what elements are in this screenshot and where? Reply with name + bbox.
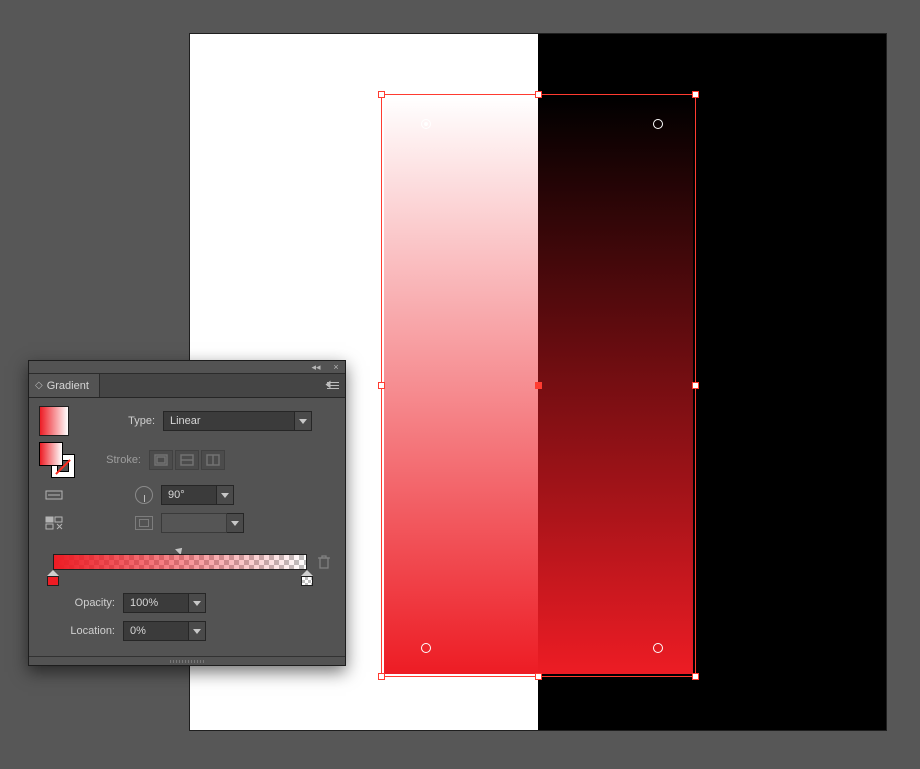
dropdown-arrow-icon: [227, 513, 244, 533]
gradient-stop-end[interactable]: [301, 570, 313, 585]
gradient-angle-value: 90°: [161, 485, 217, 505]
type-label: Type:: [79, 415, 163, 427]
gradient-tab-icon: ◇: [35, 380, 43, 391]
gradient-aspect-ratio-input[interactable]: [161, 513, 244, 533]
fill-stroke-indicator[interactable]: [39, 442, 75, 478]
stroke-align-within-button[interactable]: [149, 450, 173, 470]
stop-opacity-input[interactable]: 100%: [123, 593, 206, 613]
stroke-label: Stroke:: [85, 454, 149, 466]
tab-gradient[interactable]: ◇ Gradient: [29, 374, 100, 397]
gradient-swatch-preview[interactable]: [39, 406, 69, 436]
aspect-ratio-icon: [135, 516, 153, 530]
panel-body: Type: Linear Stroke:: [29, 398, 345, 656]
panel-window-controls: ◂◂ ×: [29, 361, 345, 374]
fill-swatch[interactable]: [39, 442, 63, 466]
gradient-stop-end-swatch: [301, 576, 313, 586]
gradient-stop-start[interactable]: [47, 570, 59, 585]
dropdown-arrow-icon: [217, 485, 234, 505]
gradient-rectangle-object[interactable]: [384, 97, 693, 674]
dropdown-arrow-icon: [189, 593, 206, 613]
dropdown-arrow-icon: [295, 411, 312, 431]
stroke-align-across-button[interactable]: [201, 450, 225, 470]
gradient-ramp-bar[interactable]: [53, 554, 307, 570]
gradient-stop-start-swatch: [47, 576, 59, 586]
stop-location-value: 0%: [123, 621, 189, 641]
panel-collapse-icon[interactable]: ◂◂: [311, 362, 321, 372]
stop-location-input[interactable]: 0%: [123, 621, 206, 641]
stop-opacity-value: 100%: [123, 593, 189, 613]
gradient-panel[interactable]: ◂◂ × ◇ Gradient Type: Linear Stroke:: [28, 360, 346, 666]
stroke-align-along-button[interactable]: [175, 450, 199, 470]
panel-flyout-menu-button[interactable]: [325, 378, 341, 392]
gradient-type-dropdown[interactable]: Linear: [163, 411, 312, 431]
gradient-ramp-editor[interactable]: [39, 546, 335, 586]
opacity-label: Opacity:: [39, 597, 123, 609]
panel-tab-bar: ◇ Gradient: [29, 374, 345, 398]
stroke-gradient-align-group: [149, 450, 225, 470]
reverse-gradient-button[interactable]: [45, 486, 63, 504]
gradient-angle-input[interactable]: 90°: [161, 485, 234, 505]
gradient-library-button[interactable]: [45, 514, 63, 532]
location-label: Location:: [39, 625, 123, 637]
gradient-tab-label: Gradient: [47, 380, 89, 392]
gradient-fill-preview: [384, 97, 693, 674]
panel-resize-grip[interactable]: [29, 656, 345, 665]
dropdown-arrow-icon: [189, 621, 206, 641]
delete-stop-button[interactable]: [317, 554, 331, 573]
gradient-aspect-ratio-value: [161, 513, 227, 533]
panel-close-icon[interactable]: ×: [331, 362, 341, 372]
angle-icon: [135, 486, 153, 504]
gradient-type-value: Linear: [163, 411, 295, 431]
